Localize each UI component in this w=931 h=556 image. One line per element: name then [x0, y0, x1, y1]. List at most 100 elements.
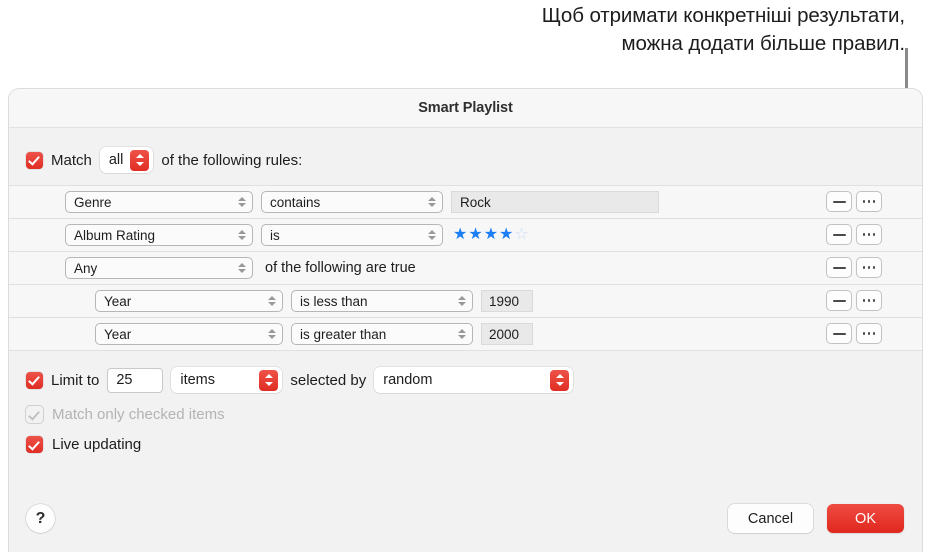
callout-line-1: Щоб отримати конкретніші результати, [541, 4, 905, 27]
ellipsis-icon [862, 200, 876, 203]
rules-list: Genre contains Rock Album Rating is ★ ★ … [9, 185, 922, 351]
minus-icon [832, 200, 846, 203]
cancel-button[interactable]: Cancel [727, 504, 814, 533]
rule-field-select[interactable]: Album Rating [65, 224, 253, 246]
star-icon[interactable]: ★ [484, 227, 498, 243]
match-type-value: all [108, 152, 124, 168]
star-icon[interactable]: ★ [499, 227, 513, 243]
star-icon[interactable]: ★ [468, 227, 482, 243]
help-button[interactable]: ? [26, 504, 55, 533]
rule-actions [826, 323, 882, 344]
smart-playlist-dialog: Smart Playlist Match all of the followin… [8, 88, 923, 552]
more-options-button[interactable] [856, 290, 882, 311]
chevron-updown-icon [428, 228, 437, 242]
rule-operator-select[interactable]: is [261, 224, 443, 246]
footer-buttons: Cancel OK [727, 504, 904, 533]
limit-row: Limit to 25 items selected by random [9, 351, 922, 393]
minus-icon [832, 332, 846, 335]
rule-actions [826, 191, 882, 212]
more-options-button[interactable] [856, 323, 882, 344]
rule-field-select[interactable]: Year [95, 290, 283, 312]
minus-icon [832, 299, 846, 302]
more-options-button[interactable] [856, 224, 882, 245]
rule-row: Year is less than 1990 [9, 285, 922, 318]
ellipsis-icon [862, 233, 876, 236]
callout-text: Щоб отримати конкретніші результати, мож… [330, 2, 905, 58]
rule-field-value: Genre [74, 194, 112, 210]
rule-value-input[interactable]: 2000 [481, 323, 533, 345]
group-match-select[interactable]: Any [65, 257, 253, 279]
chevron-updown-icon [458, 327, 467, 341]
minus-icon [832, 233, 846, 236]
chevron-updown-icon [458, 294, 467, 308]
minus-icon [832, 266, 846, 269]
live-updating-row: Live updating [9, 423, 922, 453]
match-only-checked-checkbox [26, 406, 43, 423]
chevron-updown-icon [238, 228, 247, 242]
rule-field-select[interactable]: Year [95, 323, 283, 345]
match-checkbox[interactable] [26, 151, 43, 169]
rule-actions [826, 224, 882, 245]
limit-unit-select[interactable]: items [171, 367, 283, 393]
rule-value-input[interactable]: 1990 [481, 290, 533, 312]
limit-unit-value: items [180, 372, 216, 388]
remove-rule-button[interactable] [826, 224, 852, 245]
rule-field-value: Album Rating [74, 227, 156, 243]
match-row: Match all of the following rules: [9, 128, 922, 175]
remove-rule-button[interactable] [826, 290, 852, 311]
rule-group-row: Any of the following are true [9, 252, 922, 285]
chevron-updown-icon [550, 369, 570, 391]
chevron-updown-icon [268, 327, 277, 341]
rule-operator-value: is greater than [300, 326, 387, 342]
remove-rule-button[interactable] [826, 257, 852, 278]
chevron-updown-icon [130, 149, 150, 171]
star-outline-icon[interactable]: ☆ [514, 227, 528, 243]
remove-rule-button[interactable] [826, 191, 852, 212]
match-only-checked-label: Match only checked items [52, 406, 225, 423]
ok-button[interactable]: OK [827, 504, 904, 533]
limit-checkbox[interactable] [26, 371, 43, 389]
ellipsis-icon [862, 299, 876, 302]
match-label: Match [51, 151, 92, 169]
dialog-title-bar: Smart Playlist [9, 89, 922, 128]
chevron-updown-icon [238, 195, 247, 209]
rule-operator-select[interactable]: is greater than [291, 323, 473, 345]
rule-operator-select[interactable]: contains [261, 191, 443, 213]
rule-row: Genre contains Rock [9, 186, 922, 219]
rule-operator-value: is less than [300, 293, 368, 309]
rule-row: Year is greater than 2000 [9, 318, 922, 351]
rule-star-rating[interactable]: ★ ★ ★ ★ ☆ [453, 227, 529, 243]
rule-value-input[interactable]: Rock [451, 191, 659, 213]
selected-by-label: selected by [290, 371, 367, 389]
limit-label: Limit to [51, 371, 100, 389]
star-icon[interactable]: ★ [453, 227, 467, 243]
limit-sort-value: random [383, 372, 433, 388]
rule-operator-select[interactable]: is less than [291, 290, 473, 312]
more-options-button[interactable] [856, 257, 882, 278]
chevron-updown-icon [268, 294, 277, 308]
rule-operator-value: is [270, 227, 280, 243]
chevron-updown-icon [238, 261, 247, 275]
group-match-value: Any [74, 260, 98, 276]
rule-row: Album Rating is ★ ★ ★ ★ ☆ [9, 219, 922, 252]
match-suffix-label: of the following rules: [161, 151, 303, 169]
ellipsis-icon [862, 332, 876, 335]
more-options-button[interactable] [856, 191, 882, 212]
chevron-updown-icon [428, 195, 437, 209]
dialog-title: Smart Playlist [418, 100, 513, 116]
ellipsis-icon [862, 266, 876, 269]
rule-actions [826, 257, 882, 278]
rule-field-value: Year [104, 293, 132, 309]
limit-amount-input[interactable]: 25 [107, 367, 164, 393]
rule-operator-value: contains [270, 194, 321, 210]
remove-rule-button[interactable] [826, 323, 852, 344]
limit-sort-select[interactable]: random [374, 367, 574, 393]
rule-field-value: Year [104, 326, 132, 342]
chevron-updown-icon [259, 369, 279, 391]
live-updating-checkbox[interactable] [26, 436, 43, 453]
callout-line-2: можна додати більше правил. [621, 32, 906, 55]
dialog-footer: ? Cancel OK [9, 504, 922, 536]
rule-field-select[interactable]: Genre [65, 191, 253, 213]
rule-actions [826, 290, 882, 311]
match-type-select[interactable]: all [99, 147, 154, 173]
